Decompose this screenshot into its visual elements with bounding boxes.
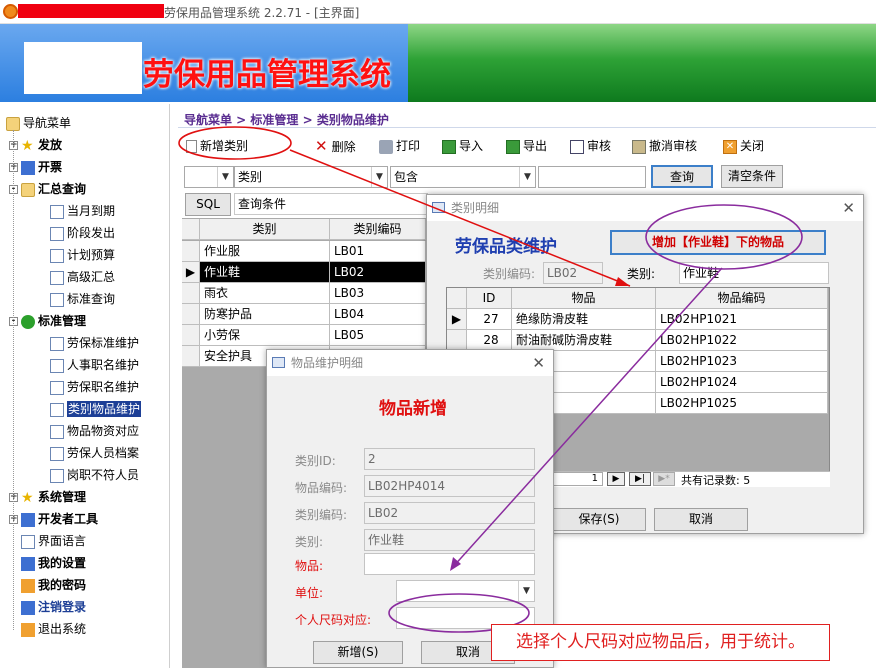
annotation-overlay — [178, 126, 803, 641]
arrowhead-red — [615, 277, 630, 286]
annotation-note: 选择个人尺码对应物品后，用于统计。 — [491, 624, 830, 661]
annotation-ellipse-purple — [645, 204, 803, 270]
annotation-arrow-purple — [451, 267, 723, 569]
annotation-ellipse-red — [178, 126, 292, 160]
annotation-arrow-red — [289, 149, 631, 287]
